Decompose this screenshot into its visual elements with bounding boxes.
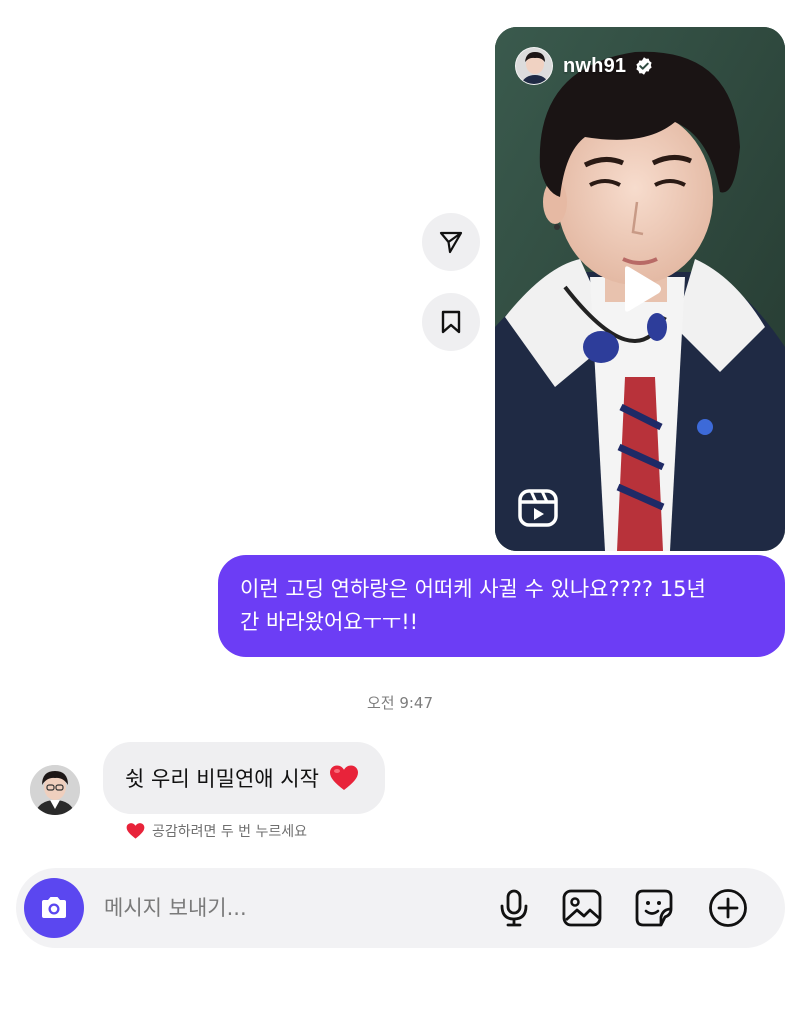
- reel-header[interactable]: nwh91: [515, 47, 654, 85]
- small-heart-icon: [126, 823, 145, 839]
- dm-thread: nwh91 이런 고딩 연하랑은 어떠케 사귈 수 있나요???? 15년 간 …: [0, 0, 800, 1023]
- sender-avatar[interactable]: [30, 765, 80, 815]
- plus-icon: [709, 889, 747, 927]
- message-timestamp: 오전 9:47: [366, 694, 434, 712]
- sticker-icon: [635, 889, 673, 927]
- camera-icon: [42, 897, 66, 918]
- sticker-button[interactable]: [631, 885, 677, 931]
- reel-author-username[interactable]: nwh91: [563, 55, 626, 78]
- message-input[interactable]: [102, 888, 482, 928]
- reaction-hint: 공감하려면 두 번 누르세요: [126, 821, 307, 841]
- incoming-message-text: 쉿 우리 비밀연애 시작: [125, 767, 319, 791]
- bookmark-icon: [441, 310, 461, 334]
- reaction-hint-text: 공감하려면 두 번 누르세요: [152, 824, 308, 840]
- play-icon[interactable]: [613, 263, 665, 315]
- incoming-message[interactable]: 쉿 우리 비밀연애 시작: [103, 742, 385, 814]
- camera-button[interactable]: [24, 878, 84, 938]
- share-button[interactable]: [422, 213, 480, 271]
- outgoing-message-line-1: 이런 고딩 연하랑은 어떠케 사귈 수 있나요???? 15년: [240, 577, 706, 601]
- outgoing-message-line-2: 간 바라왔어요ㅜㅜ!!: [240, 610, 419, 634]
- add-button[interactable]: [705, 885, 751, 931]
- verified-badge-icon: [636, 57, 652, 75]
- save-button[interactable]: [422, 293, 480, 351]
- reels-icon: [518, 489, 558, 527]
- microphone-button[interactable]: [491, 885, 537, 931]
- heart-icon: [329, 765, 358, 790]
- paper-plane-icon: [439, 231, 463, 254]
- shared-reel-card[interactable]: nwh91: [495, 27, 785, 551]
- message-composer: [16, 868, 785, 948]
- microphone-icon: [500, 889, 528, 927]
- gallery-icon: [562, 889, 602, 927]
- outgoing-message[interactable]: 이런 고딩 연하랑은 어떠케 사귈 수 있나요???? 15년 간 바라왔어요ㅜ…: [218, 555, 785, 657]
- reel-author-avatar[interactable]: [515, 47, 553, 85]
- gallery-button[interactable]: [559, 885, 605, 931]
